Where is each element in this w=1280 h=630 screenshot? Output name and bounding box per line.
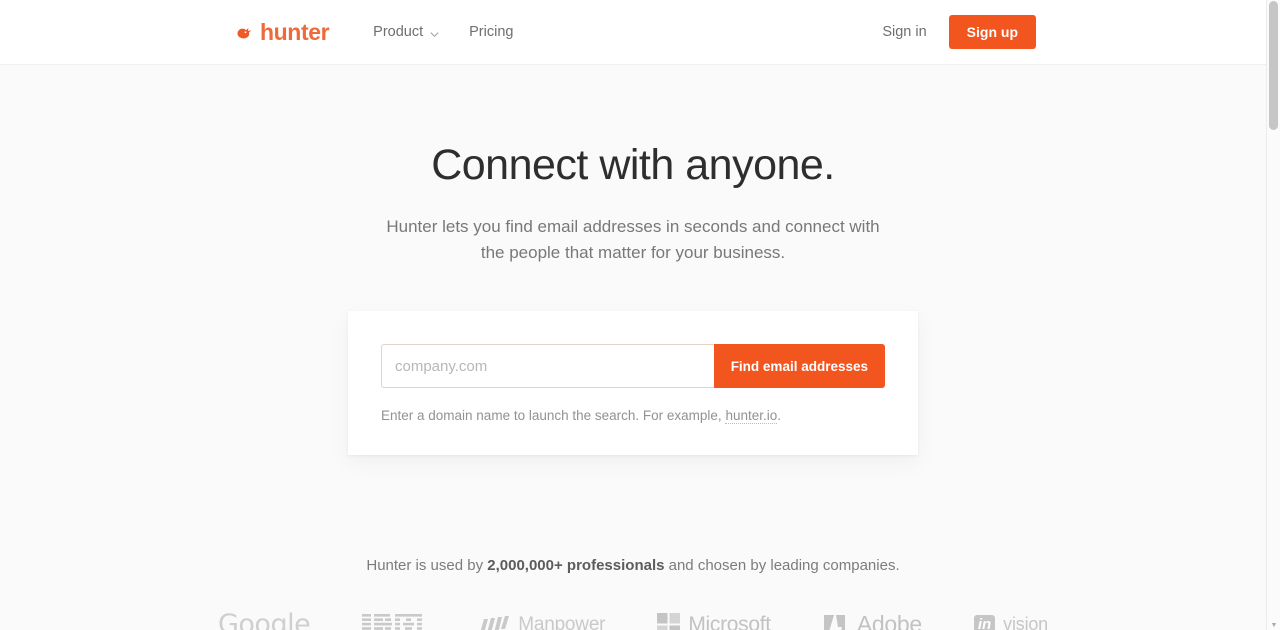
ibm-logo-mark (362, 614, 423, 630)
domain-search-input[interactable] (381, 344, 714, 389)
manpower-logo: Manpower (476, 608, 606, 630)
adobe-logo-mark (823, 614, 845, 630)
find-email-addresses-button[interactable]: Find email addresses (713, 344, 885, 389)
page-title: Connect with anyone. (431, 141, 835, 189)
brand-logo-link[interactable]: hunter (236, 18, 330, 45)
nav-item-pricing-label: Pricing (469, 24, 514, 40)
social-proof-section: Hunter is used by 2,000,000+ professiona… (0, 555, 1266, 630)
scroll-down-arrow-icon[interactable]: ▼ (1267, 622, 1280, 630)
social-proof-text: Hunter is used by 2,000,000+ professiona… (0, 555, 1266, 576)
hunter-io-example-link[interactable]: hunter.io (725, 408, 778, 425)
nav-item-product[interactable]: Product (373, 24, 439, 40)
domain-search-card: Find email addresses Enter a domain name… (348, 311, 918, 455)
invision-logo-text: vision (1003, 614, 1048, 630)
microsoft-logo: Microsoft (657, 608, 771, 630)
social-proof-count: 2,000,000+ professionals (487, 556, 665, 574)
microsoft-logo-text: Microsoft (688, 612, 771, 630)
adobe-logo: Adobe (823, 608, 922, 630)
social-proof-prefix: Hunter is used by (366, 556, 488, 574)
header-actions: Sign in Sign up (882, 14, 1036, 50)
hero-subtitle: Hunter lets you find email addresses in … (386, 217, 880, 262)
chevron-down-icon (430, 27, 439, 37)
search-hint-suffix: . (777, 408, 781, 424)
invision-logo: in vision (973, 608, 1048, 630)
nav-item-product-label: Product (373, 24, 424, 40)
google-logo-text: Google (217, 609, 311, 630)
nav-item-pricing[interactable]: Pricing (469, 24, 513, 40)
search-row: Find email addresses (381, 344, 885, 389)
invision-logo-badge: in (973, 614, 996, 630)
sign-in-link[interactable]: Sign in (882, 24, 926, 40)
microsoft-logo-mark (657, 613, 681, 630)
page-content: hunter Product Pricing Sign in Sign up C… (0, 0, 1266, 630)
google-logo: Google (217, 608, 311, 630)
vertical-scrollbar[interactable]: ▲ ▼ (1266, 0, 1280, 630)
header-inner: hunter Product Pricing Sign in Sign up (0, 14, 1266, 50)
scrollbar-thumb[interactable] (1269, 1, 1278, 130)
hunter-fox-mark-icon (236, 25, 253, 42)
site-header: hunter Product Pricing Sign in Sign up (0, 0, 1266, 65)
search-hint: Enter a domain name to launch the search… (381, 407, 885, 425)
ibm-logo (362, 608, 424, 630)
customer-logos-row: Google Manpower Microsoft Adobe in visio… (0, 608, 1266, 630)
manpower-logo-mark (480, 615, 510, 630)
hero-section: Connect with anyone. Hunter lets you fin… (0, 65, 1266, 265)
brand-wordmark: hunter (260, 18, 330, 45)
manpower-logo-text: Manpower (518, 613, 606, 630)
adobe-logo-text: Adobe (856, 611, 922, 630)
social-proof-suffix: and chosen by leading companies. (664, 556, 900, 574)
sign-up-button[interactable]: Sign up (948, 14, 1036, 50)
search-hint-prefix: Enter a domain name to launch the search… (381, 408, 726, 424)
browser-viewport: hunter Product Pricing Sign in Sign up C… (0, 0, 1280, 630)
main-nav: Product Pricing (373, 24, 513, 40)
